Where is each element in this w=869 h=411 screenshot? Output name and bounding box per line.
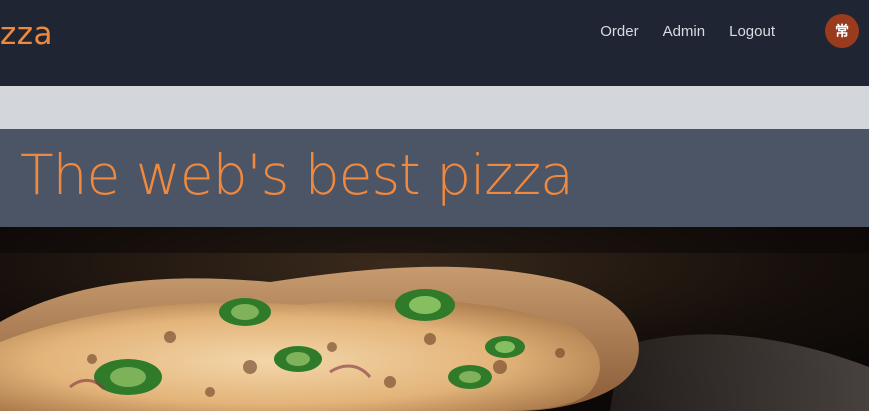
nav-admin-link[interactable]: Admin (663, 23, 706, 41)
avatar-glyph: 常 (835, 23, 849, 40)
avatar-glyph-text: 常 (835, 23, 849, 40)
pizza-photo (0, 227, 869, 411)
hero-title: The web's best pizza (20, 143, 574, 207)
nav-logout-link[interactable]: Logout (729, 23, 775, 41)
top-nav: Order Admin Logout (600, 22, 775, 42)
pizza-image (0, 227, 869, 411)
user-avatar-icon[interactable]: 常 (825, 14, 859, 48)
nav-order-link[interactable]: Order (600, 23, 638, 41)
hero-band: The web's best pizza (0, 129, 869, 227)
app-header: zza Order Admin Logout 常 (0, 0, 869, 86)
brand-logo-text[interactable]: zza (0, 15, 53, 53)
gray-strip (0, 86, 869, 129)
